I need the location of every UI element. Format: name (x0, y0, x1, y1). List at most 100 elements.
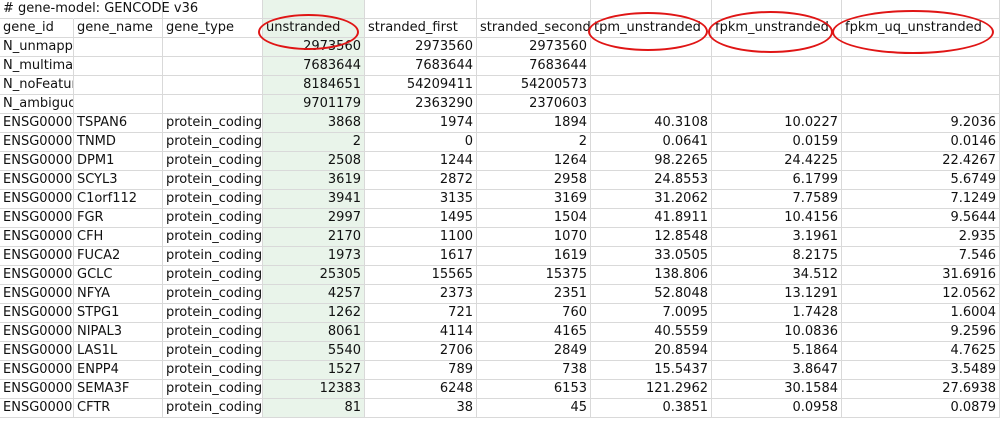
cell-gene-type[interactable]: protein_coding (163, 266, 263, 285)
cell-fpkm-uq-unstranded[interactable]: 7.546 (842, 247, 1000, 266)
cell-stranded-first[interactable]: 38 (365, 399, 477, 418)
cell-unstranded[interactable] (263, 0, 365, 19)
cell-stranded-second[interactable]: 1619 (477, 247, 591, 266)
cell-gene-id[interactable]: ENSG0000 (0, 133, 74, 152)
cell-gene-type[interactable] (163, 95, 263, 114)
cell-unstranded[interactable]: 3941 (263, 190, 365, 209)
cell-fpkm-uq-unstranded[interactable] (842, 0, 1000, 19)
cell-stranded-first[interactable]: 1974 (365, 114, 477, 133)
cell-unstranded[interactable]: 5540 (263, 342, 365, 361)
cell-stranded-second[interactable]: 738 (477, 361, 591, 380)
cell-gene-type[interactable]: protein_coding (163, 190, 263, 209)
cell-gene-id[interactable]: ENSG0000 (0, 190, 74, 209)
cell-gene-name[interactable]: GCLC (74, 266, 163, 285)
cell-tpm-unstranded[interactable]: 40.3108 (591, 114, 712, 133)
cell-unstranded[interactable]: 3619 (263, 171, 365, 190)
cell-unstranded[interactable]: 2 (263, 133, 365, 152)
cell-fpkm-unstranded[interactable]: 0.0958 (712, 399, 842, 418)
cell-tpm-unstranded[interactable]: 98.2265 (591, 152, 712, 171)
cell-stranded-first[interactable]: 789 (365, 361, 477, 380)
cell-fpkm-unstranded[interactable]: 10.4156 (712, 209, 842, 228)
cell-tpm-unstranded[interactable]: 0.0641 (591, 133, 712, 152)
cell-tpm-unstranded[interactable]: 0.3851 (591, 399, 712, 418)
cell-fpkm-uq-unstranded[interactable]: 4.7625 (842, 342, 1000, 361)
cell-gene-type[interactable] (163, 76, 263, 95)
cell-fpkm-unstranded[interactable]: 30.1584 (712, 380, 842, 399)
cell-unstranded[interactable]: unstranded (263, 19, 365, 38)
cell-unstranded[interactable]: 12383 (263, 380, 365, 399)
cell-fpkm-unstranded[interactable]: 3.1961 (712, 228, 842, 247)
cell-fpkm-unstranded[interactable] (712, 57, 842, 76)
cell-fpkm-uq-unstranded[interactable]: 3.5489 (842, 361, 1000, 380)
cell-fpkm-uq-unstranded[interactable]: 7.1249 (842, 190, 1000, 209)
cell-gene-name[interactable]: SEMA3F (74, 380, 163, 399)
cell-stranded-second[interactable]: 6153 (477, 380, 591, 399)
cell-gene-type[interactable]: protein_coding (163, 133, 263, 152)
cell-tpm-unstranded[interactable] (591, 38, 712, 57)
cell-gene-type[interactable]: protein_coding (163, 304, 263, 323)
cell-gene-type[interactable] (163, 38, 263, 57)
cell-stranded-first[interactable]: 2973560 (365, 38, 477, 57)
cell-tpm-unstranded[interactable]: 138.806 (591, 266, 712, 285)
cell-gene-name[interactable]: C1orf112 (74, 190, 163, 209)
cell-tpm-unstranded[interactable]: tpm_unstranded (591, 19, 712, 38)
cell-tpm-unstranded[interactable] (591, 0, 712, 19)
cell-tpm-unstranded[interactable]: 7.0095 (591, 304, 712, 323)
cell-gene-id[interactable]: ENSG0000 (0, 361, 74, 380)
cell-unstranded[interactable]: 1527 (263, 361, 365, 380)
cell-unstranded[interactable]: 8184651 (263, 76, 365, 95)
cell-stranded-first[interactable]: 3135 (365, 190, 477, 209)
cell-stranded-first[interactable]: 7683644 (365, 57, 477, 76)
cell-stranded-second[interactable]: 1264 (477, 152, 591, 171)
cell-gene-name[interactable] (74, 76, 163, 95)
cell-fpkm-uq-unstranded[interactable]: 1.6004 (842, 304, 1000, 323)
cell-gene-type[interactable]: protein_coding (163, 247, 263, 266)
cell-stranded-second[interactable]: 2370603 (477, 95, 591, 114)
cell-gene-type[interactable]: protein_coding (163, 171, 263, 190)
cell-fpkm-unstranded[interactable]: 3.8647 (712, 361, 842, 380)
cell-tpm-unstranded[interactable]: 20.8594 (591, 342, 712, 361)
cell-fpkm-uq-unstranded[interactable]: 9.2036 (842, 114, 1000, 133)
cell-unstranded[interactable]: 4257 (263, 285, 365, 304)
cell-stranded-second[interactable]: 760 (477, 304, 591, 323)
cell-stranded-second[interactable]: 45 (477, 399, 591, 418)
cell-fpkm-uq-unstranded[interactable]: 2.935 (842, 228, 1000, 247)
cell-gene-type[interactable]: protein_coding (163, 152, 263, 171)
cell-gene-id[interactable]: ENSG0000 (0, 399, 74, 418)
cell-stranded-first[interactable]: 6248 (365, 380, 477, 399)
cell-stranded-second[interactable]: 3169 (477, 190, 591, 209)
cell-stranded-first[interactable]: 1495 (365, 209, 477, 228)
cell-gene-name[interactable]: FUCA2 (74, 247, 163, 266)
cell-tpm-unstranded[interactable]: 33.0505 (591, 247, 712, 266)
cell-stranded-first[interactable]: 2872 (365, 171, 477, 190)
cell-stranded-second[interactable]: 1070 (477, 228, 591, 247)
cell-stranded-first[interactable]: stranded_first (365, 19, 477, 38)
cell-gene-name[interactable]: ENPP4 (74, 361, 163, 380)
cell-tpm-unstranded[interactable]: 121.2962 (591, 380, 712, 399)
cell-unstranded[interactable]: 2973560 (263, 38, 365, 57)
cell-gene-type[interactable]: gene_type (163, 19, 263, 38)
cell-stranded-first[interactable]: 4114 (365, 323, 477, 342)
cell-fpkm-uq-unstranded[interactable] (842, 76, 1000, 95)
cell-stranded-first[interactable]: 2373 (365, 285, 477, 304)
cell-gene-name[interactable] (74, 95, 163, 114)
cell-stranded-first[interactable]: 15565 (365, 266, 477, 285)
cell-tpm-unstranded[interactable]: 41.8911 (591, 209, 712, 228)
cell-fpkm-unstranded[interactable]: 24.4225 (712, 152, 842, 171)
cell-gene-id[interactable]: ENSG0000 (0, 380, 74, 399)
cell-tpm-unstranded[interactable]: 12.8548 (591, 228, 712, 247)
cell-fpkm-unstranded[interactable]: 10.0836 (712, 323, 842, 342)
cell-unstranded[interactable]: 7683644 (263, 57, 365, 76)
cell-tpm-unstranded[interactable]: 40.5559 (591, 323, 712, 342)
cell-gene-name[interactable]: NIPAL3 (74, 323, 163, 342)
cell-gene-id[interactable]: N_ambiguous (0, 95, 74, 114)
cell-gene-name[interactable]: TSPAN6 (74, 114, 163, 133)
cell-gene-id[interactable]: ENSG0000 (0, 228, 74, 247)
cell-stranded-second[interactable]: 2958 (477, 171, 591, 190)
cell-fpkm-uq-unstranded[interactable]: 22.4267 (842, 152, 1000, 171)
cell-stranded-first[interactable]: 1617 (365, 247, 477, 266)
cell-gene-id[interactable]: ENSG0000 (0, 209, 74, 228)
cell-gene-type[interactable]: protein_coding (163, 114, 263, 133)
cell-fpkm-unstranded[interactable]: 6.1799 (712, 171, 842, 190)
cell-gene-id[interactable]: N_noFeature (0, 76, 74, 95)
